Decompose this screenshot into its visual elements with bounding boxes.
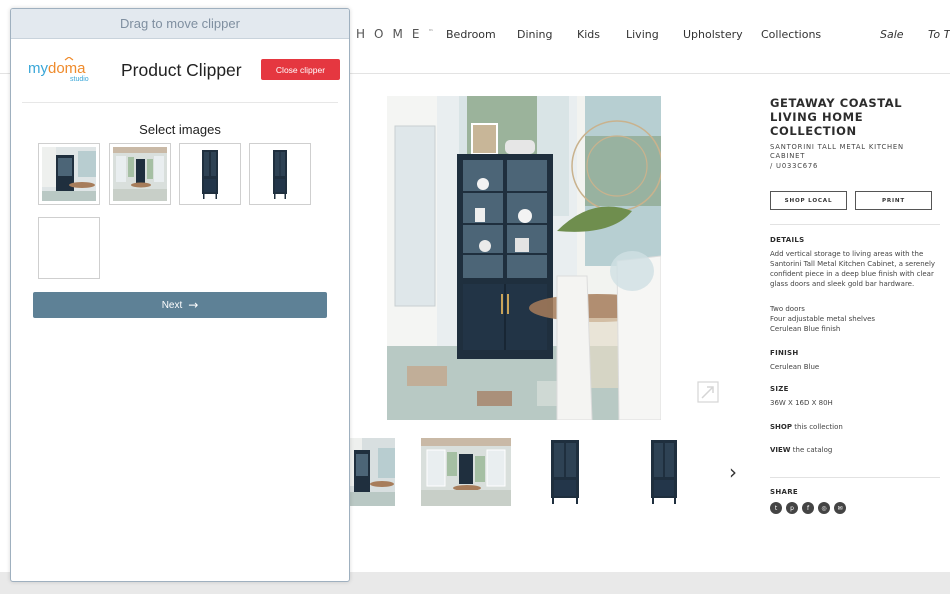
divider <box>770 224 940 225</box>
details-label: DETAILS <box>770 236 805 244</box>
brand-logo[interactable]: HOME™ <box>356 27 433 41</box>
nav-collections[interactable]: Collections <box>761 28 821 41</box>
share-icons: t p f ◎ ✉ <box>770 502 846 514</box>
finish-label: FINISH <box>770 349 799 357</box>
twitter-icon[interactable]: t <box>770 502 782 514</box>
nav-bedroom[interactable]: Bedroom <box>446 28 496 41</box>
next-label: Next <box>161 299 183 311</box>
product-name: SANTORINI TALL METAL KITCHEN CABINET <box>770 143 904 160</box>
product-thumbnail[interactable] <box>648 438 680 506</box>
product-info: GETAWAY COASTAL LIVING HOME COLLECTION S… <box>770 96 940 514</box>
selectable-image[interactable] <box>249 143 311 205</box>
product-thumbnail[interactable] <box>421 438 511 506</box>
view-catalog-link[interactable]: VIEW the catalog <box>770 445 938 455</box>
selectable-image-empty[interactable] <box>38 217 100 279</box>
nav-sale[interactable]: Sale <box>880 28 904 41</box>
svg-text:studio: studio <box>70 76 89 83</box>
select-images-label: Select images <box>139 122 221 137</box>
chevron-right-icon[interactable]: › <box>729 460 737 484</box>
pinterest-icon[interactable]: p <box>786 502 798 514</box>
nav-to-the-trade[interactable]: To Th <box>928 28 950 41</box>
details-text: Add vertical storage to living areas wit… <box>770 250 936 288</box>
expand-icon[interactable] <box>697 381 719 403</box>
feature-item: Two doors <box>770 305 805 313</box>
product-sku: / U033C676 <box>770 162 819 170</box>
size-value: 36W X 16D X 80H <box>770 399 833 407</box>
drag-handle[interactable]: Drag to move clipper <box>11 9 349 39</box>
selectable-image[interactable] <box>109 143 171 205</box>
next-button[interactable]: Next → <box>33 292 327 318</box>
selectable-image[interactable] <box>179 143 241 205</box>
svg-text:my: my <box>28 60 48 77</box>
size-label: SIZE <box>770 385 789 393</box>
selectable-image[interactable] <box>38 143 100 205</box>
shop-collection-link[interactable]: SHOP this collection <box>770 422 938 432</box>
nav-living[interactable]: Living <box>626 28 659 41</box>
arrow-right-icon: → <box>188 298 199 312</box>
print-button[interactable]: PRINT <box>855 191 932 210</box>
nav-dining[interactable]: Dining <box>517 28 553 41</box>
clipper-title: Product Clipper <box>121 60 242 80</box>
nav-upholstery[interactable]: Upholstery <box>683 28 743 41</box>
finish-value: Cerulean Blue <box>770 363 820 371</box>
product-clipper-panel: Drag to move clipper my doma studio Prod… <box>10 8 350 582</box>
close-clipper-button[interactable]: Close clipper <box>261 59 340 80</box>
svg-text:doma: doma <box>48 60 86 77</box>
main-product-photo[interactable] <box>387 96 661 420</box>
divider <box>22 102 338 103</box>
share-label: SHARE <box>770 488 798 496</box>
facebook-icon[interactable]: f <box>802 502 814 514</box>
feature-item: Cerulean Blue finish <box>770 325 841 333</box>
nav-kids[interactable]: Kids <box>577 28 600 41</box>
product-thumbnail[interactable] <box>549 438 581 506</box>
instagram-icon[interactable]: ◎ <box>818 502 830 514</box>
product-thumbnail[interactable] <box>350 438 395 506</box>
email-icon[interactable]: ✉ <box>834 502 846 514</box>
feature-item: Four adjustable metal shelves <box>770 315 876 323</box>
collection-title: GETAWAY COASTAL LIVING HOME COLLECTION <box>770 96 903 138</box>
mydoma-logo: my doma studio <box>28 56 100 83</box>
divider <box>770 477 940 478</box>
shop-local-button[interactable]: SHOP LOCAL <box>770 191 847 210</box>
